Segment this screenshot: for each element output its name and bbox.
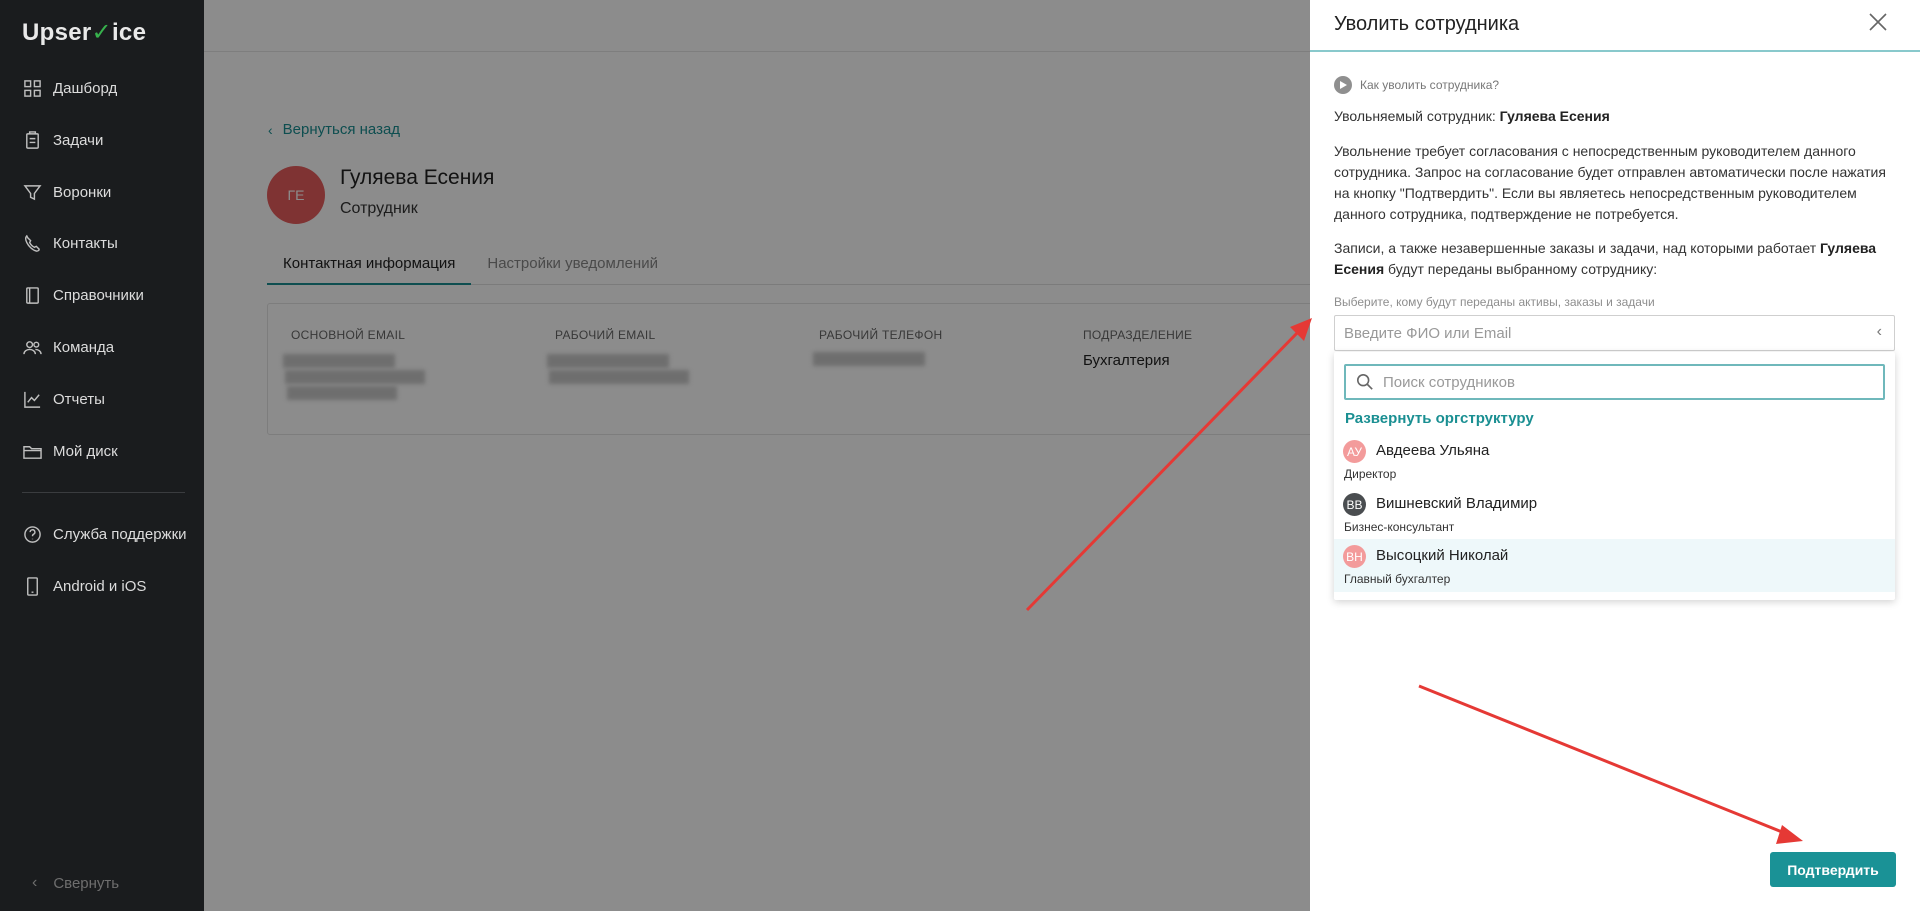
- confirm-button[interactable]: Подтвердить: [1770, 852, 1896, 887]
- chart-icon: [22, 389, 42, 409]
- sidebar-item-label: Дашборд: [53, 79, 118, 97]
- dismissed-name: Гуляева Есения: [1499, 108, 1610, 124]
- sidebar-item-mobile[interactable]: Android и iOS: [22, 571, 146, 601]
- assignee-dropdown: Развернуть оргструктуру АУ Авдеева Ульян…: [1334, 352, 1895, 600]
- collapse-sidebar-button[interactable]: ‹ Свернуть: [32, 874, 119, 892]
- close-button[interactable]: [1868, 12, 1894, 38]
- help-link-label: Как уволить сотрудника?: [1360, 78, 1500, 92]
- approval-paragraph: Увольнение требует согласования с непоср…: [1334, 143, 1886, 222]
- phone-icon: [22, 576, 42, 596]
- funnel-icon: [22, 182, 42, 202]
- help-icon: [22, 524, 42, 544]
- sidebar-item-funnels[interactable]: Воронки: [22, 177, 111, 207]
- contacts-icon: [22, 233, 42, 253]
- dismissed-prefix: Увольняемый сотрудник:: [1334, 108, 1500, 124]
- sidebar-item-label: Воронки: [53, 183, 112, 201]
- sidebar-item-label: Задачи: [53, 131, 104, 149]
- sidebar-item-label: Мой диск: [53, 442, 118, 460]
- employee-name: Авдеева Ульяна: [1376, 442, 1490, 459]
- avatar: АУ: [1343, 440, 1366, 463]
- employee-name: Высоцкий Николай: [1376, 547, 1509, 564]
- folder-icon: [22, 441, 42, 461]
- chevron-left-icon: ‹: [32, 874, 38, 891]
- employee-name: Вишневский Владимир: [1376, 495, 1538, 512]
- transfer-prefix: Записи, а также незавершенные заказы и з…: [1334, 240, 1821, 256]
- modal-backdrop[interactable]: [204, 0, 1310, 911]
- book-icon: [22, 285, 42, 305]
- list-item[interactable]: ВН Высоцкий Николай Главный бухгалтер: [1334, 539, 1895, 592]
- dismissed-employee-line: Увольняемый сотрудник: Гуляева Есения: [1334, 106, 1899, 127]
- transfer-paragraph: Записи, а также незавершенные заказы и з…: [1334, 238, 1899, 280]
- employee-role: Директор: [1344, 467, 1397, 481]
- tasks-icon: [22, 130, 42, 150]
- sidebar-item-label: Служба поддержки: [53, 525, 187, 543]
- collapse-label: Свернуть: [53, 874, 120, 892]
- transfer-suffix: будут переданы выбранному сотруднику:: [1384, 261, 1658, 277]
- team-icon: [22, 337, 42, 357]
- employee-search-input[interactable]: [1383, 373, 1863, 391]
- sidebar-item-directories[interactable]: Справочники: [22, 280, 144, 310]
- avatar: ВН: [1343, 545, 1366, 568]
- sidebar-item-team[interactable]: Команда: [22, 332, 114, 362]
- dashboard-icon: [22, 78, 42, 98]
- sidebar-divider: [22, 492, 185, 493]
- assignee-select-label: Выберите, кому будут переданы активы, за…: [1334, 295, 1655, 309]
- play-icon: [1334, 76, 1352, 94]
- expand-org-structure-link[interactable]: Развернуть оргструктуру: [1345, 410, 1534, 427]
- sidebar-item-contacts[interactable]: Контакты: [22, 228, 118, 258]
- employee-role: Главный бухгалтер: [1344, 572, 1451, 586]
- drawer-header: Уволить сотрудника: [1310, 0, 1920, 52]
- employee-search-box[interactable]: [1344, 364, 1885, 400]
- app-logo[interactable]: Upser✓ice: [22, 18, 146, 47]
- help-video-link[interactable]: Как уволить сотрудника?: [1334, 76, 1499, 94]
- chevron-left-icon: ‹: [1876, 323, 1882, 340]
- sidebar-item-dashboard[interactable]: Дашборд: [22, 73, 117, 103]
- sidebar-item-label: Android и iOS: [53, 577, 147, 595]
- sidebar-item-support[interactable]: Служба поддержки: [22, 519, 187, 549]
- sidebar-item-label: Контакты: [53, 234, 118, 252]
- sidebar: Upser✓ice Дашборд Задачи Воронки Контакт…: [0, 0, 204, 911]
- list-item[interactable]: АУ Авдеева Ульяна Директор: [1334, 434, 1895, 487]
- close-icon: [1869, 13, 1887, 31]
- sidebar-item-label: Команда: [53, 338, 115, 356]
- dismiss-employee-drawer: Уволить сотрудника Как уволить сотрудник…: [1310, 0, 1920, 911]
- search-icon: [1356, 373, 1373, 390]
- sidebar-item-label: Справочники: [53, 286, 144, 304]
- avatar: ВВ: [1343, 493, 1366, 516]
- assignee-select-placeholder: Введите ФИО или Email: [1344, 324, 1512, 342]
- sidebar-item-reports[interactable]: Отчеты: [22, 384, 105, 414]
- list-item[interactable]: ВВ Вишневский Владимир Бизнес-консультан…: [1334, 487, 1895, 540]
- drawer-title: Уволить сотрудника: [1334, 13, 1520, 35]
- sidebar-item-label: Отчеты: [53, 390, 105, 408]
- sidebar-item-my-disk[interactable]: Мой диск: [22, 436, 118, 466]
- employee-role: Бизнес-консультант: [1344, 520, 1455, 534]
- sidebar-item-tasks[interactable]: Задачи: [22, 125, 103, 155]
- assignee-select[interactable]: Введите ФИО или Email ‹: [1334, 315, 1895, 351]
